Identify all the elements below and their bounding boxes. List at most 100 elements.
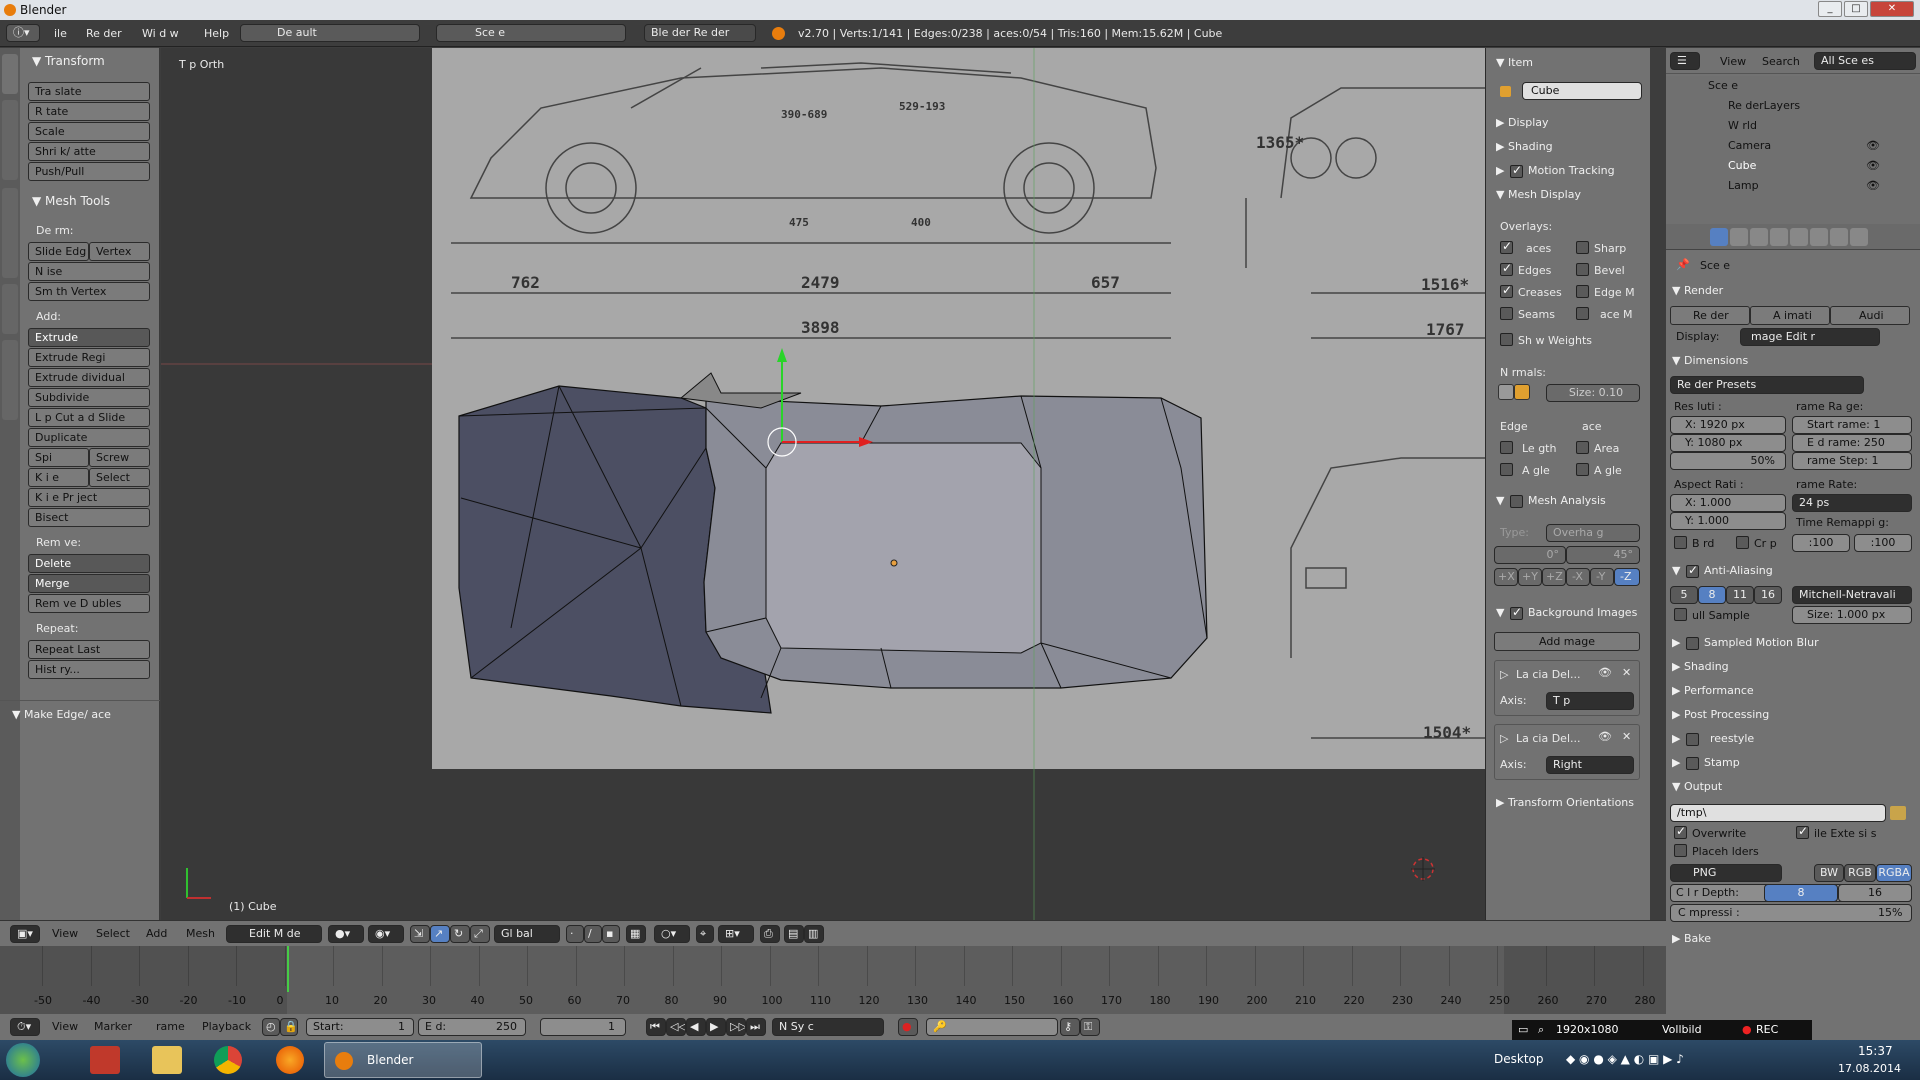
area-checkbox[interactable] xyxy=(1576,441,1589,454)
operator-panel-header[interactable]: ▼ Make Edge/ ace xyxy=(12,708,111,721)
render-presets-selector[interactable]: Re der Presets xyxy=(1670,376,1864,394)
overlay-sharp-checkbox[interactable] xyxy=(1576,241,1589,254)
scene-selector[interactable]: Sce e xyxy=(436,24,626,42)
mesh-analysis-panel-header[interactable]: ▼ xyxy=(1496,494,1504,507)
outliner-row-camera[interactable]: Camera xyxy=(1728,139,1771,152)
face-normals-icon[interactable] xyxy=(1514,384,1530,400)
world-tab-icon[interactable] xyxy=(1770,228,1788,246)
snap-toggle[interactable]: ⌖ xyxy=(696,925,714,943)
stamp-checkbox[interactable] xyxy=(1686,757,1699,770)
dimensions-panel-header[interactable]: ▼ Dimensions xyxy=(1672,354,1748,367)
insert-keyframe-button[interactable]: ⚷ xyxy=(1060,1018,1080,1036)
display-panel-header[interactable]: ▶ Display xyxy=(1496,116,1549,129)
file-format-selector[interactable]: PNG xyxy=(1670,864,1782,882)
play-reverse-button[interactable]: ◀ xyxy=(686,1018,706,1036)
item-panel-header[interactable]: ▼ Item xyxy=(1496,56,1533,69)
antialiasing-checkbox[interactable] xyxy=(1686,563,1699,578)
outliner-search-menu[interactable]: Search xyxy=(1762,55,1800,68)
aa-samples-11[interactable]: 11 xyxy=(1726,586,1754,604)
keying-set-field[interactable]: 🔑 xyxy=(926,1018,1058,1036)
opengl-animation-button[interactable]: ▥ xyxy=(804,925,824,943)
bg1-visibility-eye-icon[interactable]: 👁 xyxy=(1598,666,1612,679)
background-images-panel-header[interactable]: ▼ xyxy=(1496,606,1504,619)
axis-minus-z[interactable]: -Z xyxy=(1614,568,1640,586)
axis-plus-z[interactable]: +Z xyxy=(1542,568,1566,586)
frame-step-field[interactable]: rame Step: 1 xyxy=(1792,452,1912,470)
folder-icon[interactable] xyxy=(1890,806,1906,820)
current-frame-indicator[interactable] xyxy=(287,946,289,992)
outliner-editor-type[interactable]: ☰ xyxy=(1670,52,1700,70)
edge-select-mode[interactable]: / xyxy=(584,925,602,943)
extrude-button[interactable]: Extrude xyxy=(28,328,150,347)
shading-panel-header[interactable]: ▶ Shading xyxy=(1672,660,1729,673)
start-button[interactable] xyxy=(6,1043,40,1077)
viewport-editor-type[interactable]: ▣▾ xyxy=(10,925,40,943)
material-tab-icon[interactable] xyxy=(1830,228,1848,246)
extrude-individual-button[interactable]: Extrude dividual xyxy=(28,368,150,387)
play-button[interactable]: ▶ xyxy=(706,1018,726,1036)
tray-icons[interactable]: ◆ ◉ ● ◈ ▲ ◐ ▣ ▶ ♪ xyxy=(1566,1052,1684,1066)
outliner-view-menu[interactable]: View xyxy=(1720,55,1746,68)
render-button[interactable]: Re der xyxy=(1670,306,1750,325)
freestyle-checkbox[interactable] xyxy=(1686,733,1699,746)
shading-panel-header[interactable]: ▶ Shading xyxy=(1496,140,1553,153)
mesh-analysis-checkbox[interactable] xyxy=(1510,495,1523,508)
output-panel-header[interactable]: ▼ Output xyxy=(1672,780,1722,793)
render-tab-camera-icon[interactable] xyxy=(1710,228,1728,246)
clock-date[interactable]: 17.08.2014 xyxy=(1838,1062,1901,1075)
outliner-row-scene[interactable]: Sce e xyxy=(1708,79,1738,92)
limit-selection-toggle[interactable]: ▦ xyxy=(626,925,646,943)
animation-button[interactable]: A imati xyxy=(1750,306,1830,325)
3d-viewport[interactable]: T p Orth 762 2479 657 3898 1516* 1767 13… xyxy=(161,48,1485,920)
aspect-x-field[interactable]: X: 1.000 xyxy=(1670,494,1786,512)
resolution-percent-field[interactable]: 50% xyxy=(1670,452,1786,470)
overlay-edges-checkbox[interactable] xyxy=(1500,261,1513,276)
analysis-angle-min[interactable]: 0° xyxy=(1494,546,1566,564)
render-preview-button[interactable]: ⎙ xyxy=(760,925,780,943)
editor-type-info[interactable]: ⓘ▾ xyxy=(6,24,40,42)
outliner-row-lamp[interactable]: Lamp xyxy=(1728,179,1759,192)
start-frame-input[interactable]: Start: 1 xyxy=(306,1018,414,1036)
maximize-button[interactable]: □ xyxy=(1844,1,1868,17)
overlay-faces-checkbox[interactable] xyxy=(1500,239,1513,254)
outliner-filter-selector[interactable]: All Sce es xyxy=(1814,52,1916,70)
record-button[interactable]: ● xyxy=(898,1018,918,1036)
menu-render[interactable]: Re der xyxy=(86,20,122,47)
overlay-bevel-checkbox[interactable] xyxy=(1576,263,1589,276)
start-frame-field[interactable]: Start rame: 1 xyxy=(1792,416,1912,434)
repeat-last-button[interactable]: Repeat Last xyxy=(28,640,150,659)
normals-size-field[interactable]: Size: 0.10 xyxy=(1546,384,1640,402)
border-checkbox[interactable] xyxy=(1674,536,1687,549)
translate-manipulator[interactable]: ↗ xyxy=(430,925,450,943)
slide-vertex-button[interactable]: Vertex xyxy=(89,242,150,261)
length-checkbox[interactable] xyxy=(1500,441,1513,454)
remove-doubles-button[interactable]: Rem ve D ubles xyxy=(28,594,150,613)
slide-edge-button[interactable]: Slide Edg xyxy=(28,242,89,261)
transform-orientation-selector[interactable]: Gl bal xyxy=(494,925,560,943)
jump-keyframe-back-button[interactable]: ◁◁ xyxy=(666,1018,686,1036)
snap-element-selector[interactable]: ⊞▾ xyxy=(718,925,754,943)
modifiers-wrench-icon[interactable] xyxy=(1810,228,1828,246)
remap-new-field[interactable]: :100 xyxy=(1854,534,1912,552)
manipulator-toggle[interactable]: ⇲ xyxy=(410,925,430,943)
knife-project-button[interactable]: K i e Pr ject xyxy=(28,488,150,507)
aspect-y-field[interactable]: Y: 1.000 xyxy=(1670,512,1786,530)
clock-time[interactable]: 15:37 xyxy=(1858,1044,1893,1058)
timeline-editor-type[interactable]: ⏱▾ xyxy=(10,1018,40,1036)
transform-orientations-panel-header[interactable]: ▶ Transform Orientations xyxy=(1496,796,1634,809)
axis-plus-x[interactable]: +X xyxy=(1494,568,1518,586)
viewport-shading-selector[interactable]: ●▾ xyxy=(328,925,364,943)
rotate-button[interactable]: R tate xyxy=(28,102,150,121)
taskbar-chrome-icon[interactable] xyxy=(214,1046,242,1074)
aa-samples-16[interactable]: 16 xyxy=(1754,586,1782,604)
timeline-playback-menu[interactable]: Playback xyxy=(202,1020,251,1033)
overlay-creases-checkbox[interactable] xyxy=(1500,283,1513,298)
placeholders-checkbox[interactable] xyxy=(1674,844,1687,857)
tab-create[interactable] xyxy=(2,100,18,180)
aa-size-field[interactable]: Size: 1.000 px xyxy=(1792,606,1912,624)
opengl-render-button[interactable]: ▤ xyxy=(784,925,804,943)
analysis-type-selector[interactable]: Overha g xyxy=(1546,524,1640,542)
tab-options[interactable] xyxy=(2,284,18,334)
output-path-field[interactable]: /tmp\ xyxy=(1670,804,1886,822)
proportional-editing-selector[interactable]: ○▾ xyxy=(654,925,690,943)
